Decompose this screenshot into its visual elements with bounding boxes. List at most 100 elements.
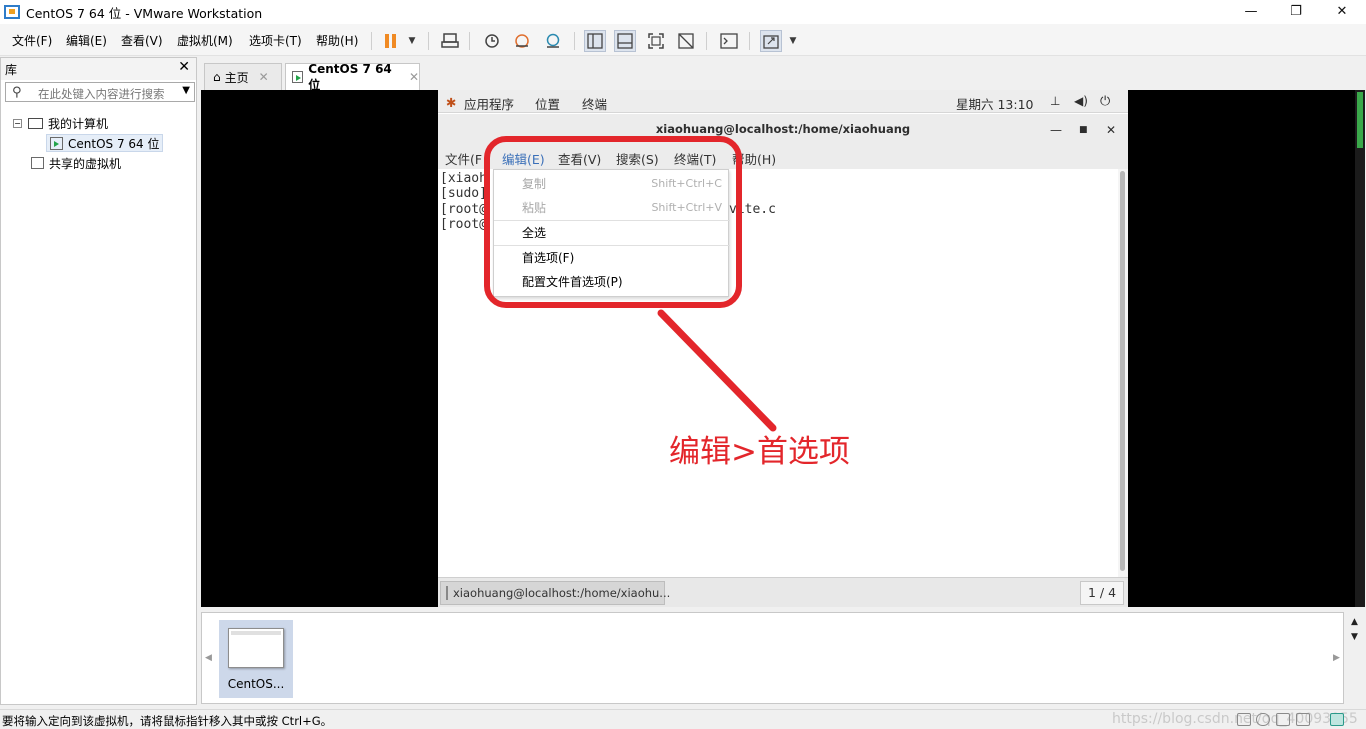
- chevron-down-icon[interactable]: ▼: [182, 85, 190, 96]
- terminal-icon: [446, 586, 448, 600]
- send-keys-icon[interactable]: [439, 30, 461, 52]
- pause-icon[interactable]: [380, 30, 402, 52]
- full-screen-icon[interactable]: [645, 30, 667, 52]
- terminal-maximize-button[interactable]: ■: [1079, 125, 1088, 135]
- home-icon: ⌂: [213, 70, 221, 84]
- search-placeholder: 在此处键入内容进行搜索: [38, 87, 165, 101]
- volume-icon[interactable]: ◀): [1074, 94, 1088, 108]
- menu-file[interactable]: 文件(F): [12, 32, 52, 49]
- thumbnail-screen: [228, 628, 284, 668]
- tab-label: CentOS 7 64 位: [308, 61, 392, 92]
- menu-view[interactable]: 查看(V): [121, 32, 163, 49]
- chevron-down-icon[interactable]: ▼: [401, 30, 423, 52]
- places-menu[interactable]: 位置: [535, 94, 560, 113]
- revert-snapshot-icon[interactable]: [511, 30, 533, 52]
- library-close-button[interactable]: ✕: [178, 59, 190, 75]
- toolbar-separator: [469, 32, 470, 50]
- shared-vm-icon: [31, 157, 44, 169]
- network-icon[interactable]: ⊥: [1050, 94, 1060, 108]
- tab-close-button[interactable]: ✕: [259, 70, 269, 84]
- vm-message-icon[interactable]: [1330, 713, 1344, 726]
- thumbnail-scroller[interactable]: ▲ ▼: [1345, 612, 1366, 704]
- tab-bar: ⌂ 主页 ✕ CentOS 7 64 位 ✕: [200, 57, 1366, 92]
- tree-label: 我的计算机: [48, 116, 109, 131]
- status-bar: 要将输入定向到该虚拟机，请将鼠标指针移入其中或按 Ctrl+G。 https:/…: [0, 709, 1366, 729]
- gnome-apps-icon: ✱: [446, 95, 457, 110]
- menu-tabs[interactable]: 选项卡(T): [249, 32, 302, 49]
- gnome-top-bar: ✱ 应用程序 位置 终端 星期六 13:10 ⊥ ◀) ⏻: [438, 90, 1128, 113]
- terminal-line: [xiaoh: [440, 171, 487, 186]
- terminal-app-menu[interactable]: 终端: [582, 94, 607, 113]
- network-adapter-icon[interactable]: [1276, 713, 1290, 726]
- vm-running-icon: [292, 71, 304, 83]
- terminal-minimize-button[interactable]: —: [1050, 123, 1062, 137]
- workspace-pager[interactable]: 1 / 4: [1080, 581, 1124, 605]
- toolbar-separator: [706, 32, 707, 50]
- terminal-line: [sudo]: [440, 186, 487, 201]
- toolbar-separator: [428, 32, 429, 50]
- close-button[interactable]: ✕: [1319, 0, 1365, 24]
- annotation-label: 编辑>首选项: [669, 434, 850, 470]
- tab-home[interactable]: ⌂ 主页 ✕: [204, 63, 282, 90]
- terminal-line: [root@: [440, 217, 487, 232]
- tab-close-button[interactable]: ✕: [409, 70, 419, 84]
- usb-icon[interactable]: [1296, 713, 1310, 726]
- highlight-box: [484, 136, 742, 308]
- minimize-button[interactable]: —: [1228, 0, 1274, 24]
- library-header: 库 ✕: [1, 58, 196, 80]
- terminal-line: [root@: [440, 202, 487, 217]
- library-search-input[interactable]: ⚲ 在此处键入内容进行搜索 ▼: [5, 82, 195, 102]
- thumbnail-label: CentOS...: [227, 677, 285, 691]
- show-thumbnail-bar-icon[interactable]: [614, 30, 636, 52]
- library-panel: 库 ✕ ⚲ 在此处键入内容进行搜索 ▼ − 我的计算机 CentOS 7 64 …: [0, 57, 197, 705]
- scrollbar-thumb[interactable]: [1357, 92, 1363, 148]
- scrollbar-thumb[interactable]: [1120, 171, 1125, 571]
- computer-icon: [28, 117, 43, 129]
- power-icon[interactable]: ⏻: [1100, 94, 1110, 109]
- chevron-down-icon[interactable]: ▼: [782, 30, 804, 52]
- window-title: CentOS 7 64 位 - VMware Workstation: [26, 5, 263, 21]
- toolbar-separator: [574, 32, 575, 50]
- terminal-close-button[interactable]: ✕: [1106, 123, 1116, 137]
- scroll-down-icon[interactable]: ▼: [1351, 632, 1358, 642]
- restore-button[interactable]: ❐: [1273, 0, 1319, 24]
- tab-label: 主页: [224, 70, 249, 85]
- tab-centos[interactable]: CentOS 7 64 位 ✕: [285, 61, 420, 92]
- thumbnail-bar: ◀ CentOS... ▶: [201, 612, 1344, 704]
- menu-toolbar: 文件(F) 编辑(E) 查看(V) 虚拟机(M) 选项卡(T) 帮助(H) ▼ …: [0, 24, 1366, 56]
- terminal-scrollbar[interactable]: [1118, 169, 1128, 577]
- hard-disk-icon[interactable]: [1237, 713, 1251, 726]
- vm-scrollbar[interactable]: [1355, 90, 1365, 607]
- tree-item-shared-vms[interactable]: 共享的虚拟机: [31, 154, 121, 172]
- library-title: 库: [5, 63, 18, 77]
- unity-mode-icon[interactable]: [675, 30, 697, 52]
- scroll-left-icon[interactable]: ◀: [205, 653, 212, 663]
- snapshot-manager-icon[interactable]: [542, 30, 564, 52]
- tree-label: 共享的虚拟机: [49, 156, 122, 171]
- watermark-text: https://blog.csdn.net/qq_40093955: [1112, 711, 1358, 727]
- status-text: 要将输入定向到该虚拟机，请将鼠标指针移入其中或按 Ctrl+G。: [2, 714, 333, 728]
- collapse-icon[interactable]: −: [13, 118, 22, 128]
- menu-edit[interactable]: 编辑(E): [66, 32, 107, 49]
- task-label: xiaohuang@localhost:/home/xiaohu...: [453, 586, 671, 600]
- term-menu-file[interactable]: 文件(F: [445, 149, 482, 168]
- vm-thumbnail[interactable]: CentOS...: [219, 620, 293, 698]
- search-icon: ⚲: [12, 85, 22, 100]
- menu-vm[interactable]: 虚拟机(M): [177, 32, 233, 49]
- vm-console[interactable]: ✱ 应用程序 位置 终端 星期六 13:10 ⊥ ◀) ⏻ xiaohuang@…: [201, 90, 1365, 607]
- clock[interactable]: 星期六 13:10: [956, 94, 1034, 113]
- apps-menu[interactable]: 应用程序: [464, 94, 514, 113]
- show-library-icon[interactable]: [584, 30, 606, 52]
- tree-item-centos-vm[interactable]: CentOS 7 64 位: [46, 134, 164, 152]
- console-view-icon[interactable]: [718, 30, 740, 52]
- window-list-item-terminal[interactable]: xiaohuang@localhost:/home/xiaohu...: [440, 581, 670, 605]
- gnome-window-list: xiaohuang@localhost:/home/xiaohu... 1 / …: [438, 577, 1128, 607]
- scroll-right-icon[interactable]: ▶: [1333, 653, 1340, 663]
- cd-drive-icon[interactable]: [1256, 713, 1270, 726]
- menu-help[interactable]: 帮助(H): [316, 32, 358, 49]
- stretch-guest-icon[interactable]: [760, 30, 782, 52]
- snapshot-icon[interactable]: [481, 30, 503, 52]
- tree-item-my-computer[interactable]: − 我的计算机: [13, 114, 108, 132]
- scroll-up-icon[interactable]: ▲: [1351, 617, 1358, 627]
- vmware-logo-icon: [4, 5, 20, 19]
